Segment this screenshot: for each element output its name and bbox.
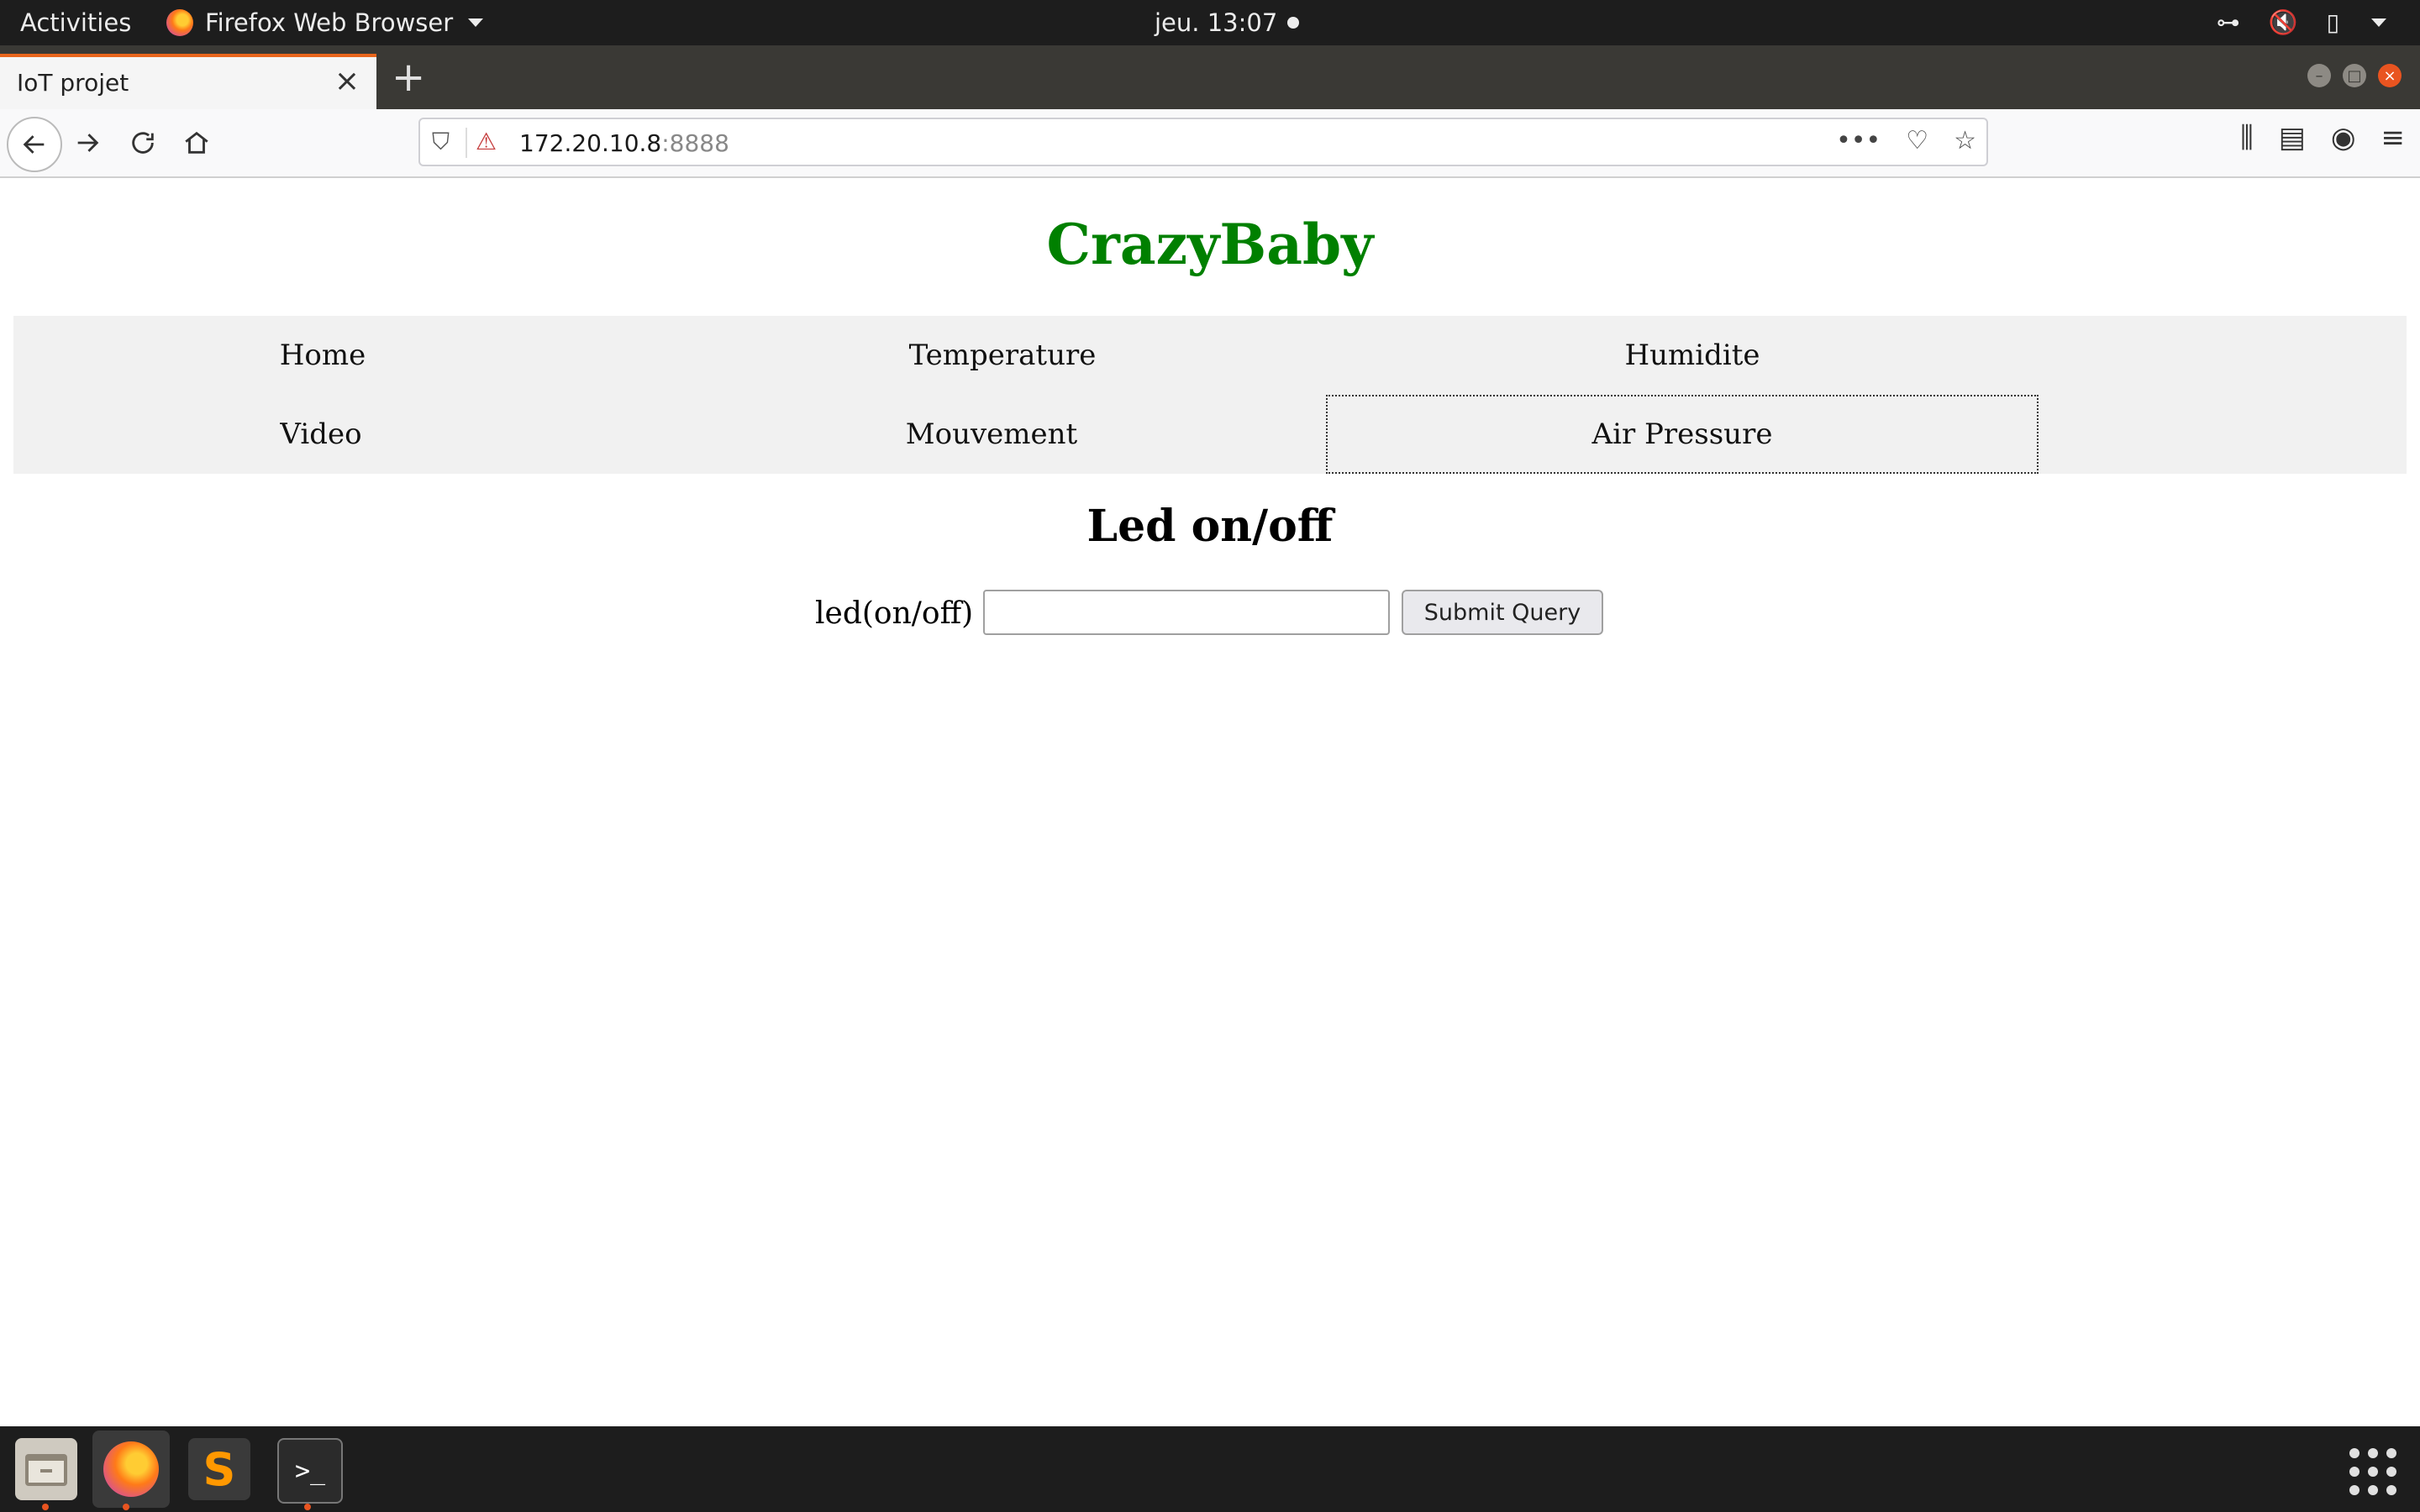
firefox-app-icon[interactable] xyxy=(92,1431,170,1508)
led-form: led(on/off) : Submit Query xyxy=(0,590,2420,637)
sublime-text-app-icon[interactable]: S xyxy=(188,1438,250,1500)
caret-down-icon xyxy=(468,18,484,27)
shield-icon[interactable]: ⛉ xyxy=(432,128,450,156)
terminal-app-icon[interactable]: >_ xyxy=(277,1438,343,1504)
notification-dot-icon xyxy=(1287,17,1300,29)
led-input[interactable] xyxy=(983,590,1390,635)
url-port: :8888 xyxy=(661,129,729,157)
submit-query-button[interactable]: Submit Query xyxy=(1402,590,1603,635)
library-icon[interactable]: ⫼ xyxy=(2240,121,2254,155)
url-separator xyxy=(466,128,467,158)
forward-arrow-icon[interactable] xyxy=(64,119,111,166)
volume-muted-icon: 🔇 xyxy=(2268,8,2298,36)
clock-label: jeu. 13:07 xyxy=(1155,8,1278,37)
led-heading: Led on/off xyxy=(1086,501,1334,552)
tab-strip: IoT projet × + – □ × xyxy=(0,45,2420,109)
network-icon: ⊶ xyxy=(2216,8,2240,36)
led-field-label: led(on/off) : xyxy=(815,596,993,631)
home-icon[interactable] xyxy=(173,119,220,166)
menu-item-mouvement[interactable]: Mouvement xyxy=(632,395,1351,474)
maximize-icon[interactable]: □ xyxy=(2343,64,2366,87)
battery-icon: ▯ xyxy=(2326,8,2339,36)
insecure-lock-icon[interactable]: ⚠ xyxy=(476,128,497,155)
files-running-indicator xyxy=(42,1504,49,1510)
navigation-toolbar: ⛉ ⚠ 172.20.10.8:8888 ••• ♡ ☆ ⫼ ▤ ◉ ≡ xyxy=(0,109,2420,178)
app-menu-label: Firefox Web Browser xyxy=(205,8,454,37)
show-applications-icon[interactable] xyxy=(2349,1448,2396,1495)
account-icon[interactable]: ◉ xyxy=(2331,121,2356,155)
menu-item-temperature[interactable]: Temperature xyxy=(632,316,1373,395)
firefox-running-indicator xyxy=(123,1504,129,1510)
system-top-bar: Activities Firefox Web Browser jeu. 13:0… xyxy=(0,0,2420,45)
new-tab-icon[interactable]: + xyxy=(392,54,425,101)
app-menu[interactable]: Firefox Web Browser xyxy=(166,8,484,37)
star-icon[interactable]: ☆ xyxy=(1954,126,1976,155)
files-app-icon[interactable] xyxy=(15,1438,77,1500)
firefox-logo-icon xyxy=(103,1441,159,1497)
tray-caret-down-icon xyxy=(2371,18,2386,27)
url-bar[interactable]: ⛉ ⚠ 172.20.10.8:8888 ••• ♡ ☆ xyxy=(418,118,1988,166)
system-tray[interactable]: ⊶ 🔇 ▯ xyxy=(2217,8,2386,36)
window-controls: – □ × xyxy=(2307,64,2402,87)
terminal-running-indicator xyxy=(304,1504,311,1510)
menu-item-home[interactable]: Home xyxy=(13,316,632,395)
site-menu: Home Temperature Humidite Video Mouvemen… xyxy=(13,316,2407,474)
tab-close-icon[interactable]: × xyxy=(334,64,360,98)
dock: S >_ xyxy=(0,1426,2420,1512)
web-page: CrazyBaby Home Temperature Humidite Vide… xyxy=(0,178,2420,1426)
tab-iot-projet[interactable]: IoT projet × xyxy=(0,54,376,109)
activities-button[interactable]: Activities xyxy=(20,8,131,37)
pocket-icon[interactable]: ♡ xyxy=(1906,126,1928,155)
more-dots-icon[interactable]: ••• xyxy=(1836,126,1881,155)
menu-item-humidite[interactable]: Humidite xyxy=(1326,316,2059,395)
reload-icon[interactable] xyxy=(119,119,166,166)
toolbar-right: ⫼ ▤ ◉ ≡ xyxy=(2240,121,2405,155)
url-text[interactable]: 172.20.10.8:8888 xyxy=(519,129,729,157)
page-title: CrazyBaby xyxy=(1046,212,1374,277)
url-bar-actions: ••• ♡ ☆ xyxy=(1836,126,1976,155)
tab-title: IoT projet xyxy=(17,69,129,97)
clock[interactable]: jeu. 13:07 xyxy=(1155,8,1300,37)
menu-item-video[interactable]: Video xyxy=(13,395,629,474)
back-arrow-icon[interactable] xyxy=(7,117,62,172)
window-close-icon[interactable]: × xyxy=(2378,64,2402,87)
sidebar-icon[interactable]: ▤ xyxy=(2279,121,2306,155)
minimize-icon[interactable]: – xyxy=(2307,64,2331,87)
url-host: 172.20.10.8 xyxy=(519,129,662,157)
menu-item-air-pressure[interactable]: Air Pressure xyxy=(1326,395,2039,474)
hamburger-icon[interactable]: ≡ xyxy=(2381,121,2406,155)
firefox-icon xyxy=(166,9,193,36)
